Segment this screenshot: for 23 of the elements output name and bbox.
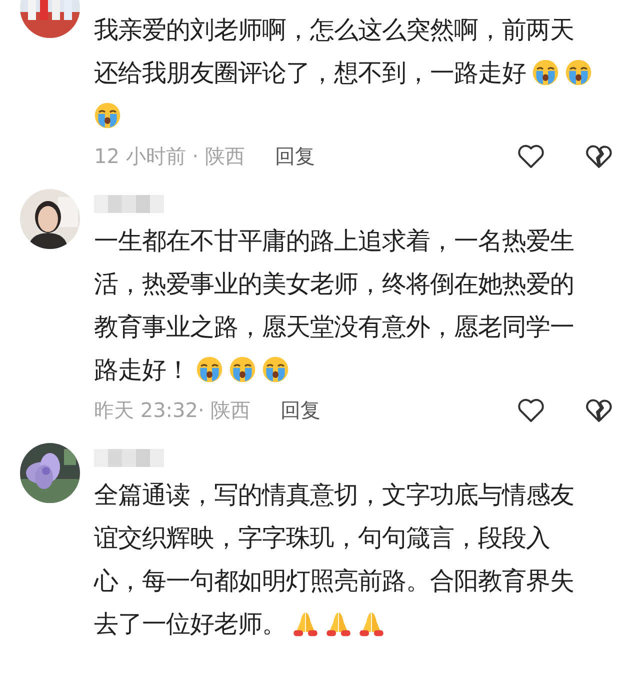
crying-face-icon <box>565 59 592 86</box>
comment-text: 活，热爱事业的美女老师，终将倒在她热爱的 <box>94 268 574 298</box>
time-location: 12 小时前 · 陕西 <box>94 142 245 170</box>
crying-face-icon <box>196 356 223 383</box>
time-location: 昨天 23:32· 陕西 <box>94 396 251 424</box>
comment-text: 路走好！ <box>94 354 190 384</box>
crying-face-icon <box>229 356 256 383</box>
comment-text: 我亲爱的刘老师啊，怎么这么突然啊，前两天 <box>94 14 574 44</box>
crying-face-icon <box>94 102 121 129</box>
praying-hands-icon <box>358 610 385 637</box>
crying-face-icon <box>532 59 559 86</box>
comment-text: 谊交织辉映，字字珠玑，句句箴言，段段入 <box>94 522 550 552</box>
reply-link[interactable]: 回复 <box>274 142 315 170</box>
comment-text: 全篇通读，写的情真意切，文字功底与情感友 <box>94 480 574 510</box>
praying-hands-icon <box>325 610 352 637</box>
comment-text: 教育事业之路，愿天堂没有意外，愿老同学一 <box>94 312 574 342</box>
praying-hands-icon <box>292 610 319 637</box>
reply-link[interactable]: 回复 <box>280 396 321 424</box>
comment-text: 还给我朋友圈评论了，想不到，一路走好 <box>94 58 526 88</box>
comment-text: 心，每一句都如明灯照亮前路。合阳教育界失 <box>94 566 574 596</box>
crying-face-icon <box>262 356 289 383</box>
comment-text: 去了一位好老师。 <box>94 608 286 638</box>
comment-text: 一生都在不甘平庸的路上追求着，一名热爱生 <box>94 226 574 256</box>
